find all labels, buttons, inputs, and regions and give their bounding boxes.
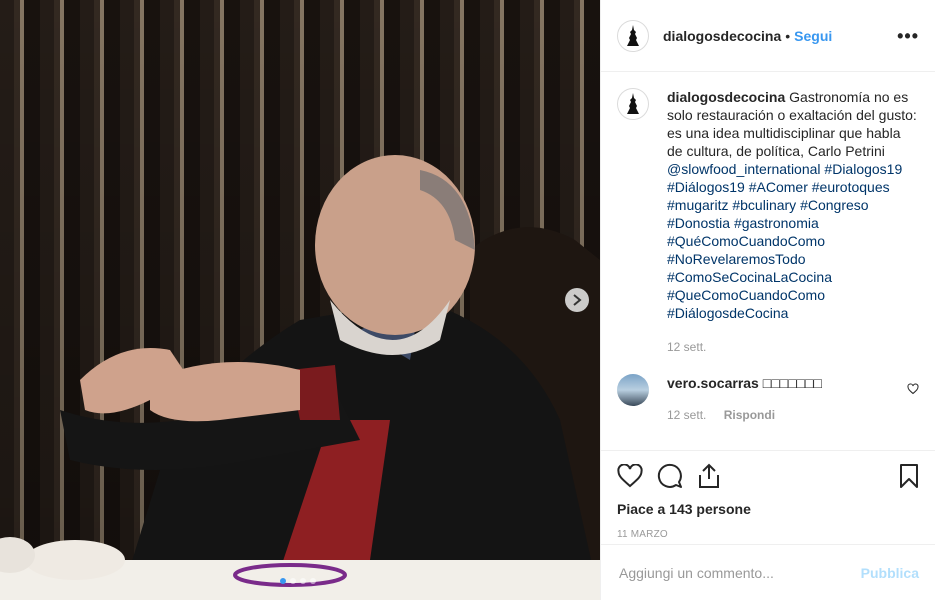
hashtag-link[interactable]: #Congreso bbox=[800, 197, 869, 213]
caption-username[interactable]: dialogosdecocina bbox=[667, 89, 785, 105]
caption-avatar[interactable] bbox=[617, 88, 649, 120]
carousel-dot bbox=[310, 578, 316, 584]
comment-item: vero.socarras □□□□□□□ 12 sett. Rispondi bbox=[617, 374, 919, 424]
follow-button[interactable]: Segui bbox=[794, 28, 832, 44]
hashtag-link[interactable]: #eurotoques bbox=[812, 179, 890, 195]
comment-text: □□□□□□□ bbox=[762, 375, 822, 391]
comment-like-icon[interactable] bbox=[907, 382, 919, 400]
hashtag-link[interactable]: #NoRevelaremosTodo bbox=[667, 251, 806, 267]
hashtag-link[interactable]: #ComoSeCocinaLaCocina bbox=[667, 269, 832, 285]
tower-logo-icon bbox=[627, 24, 639, 46]
chevron-right-icon bbox=[573, 294, 582, 306]
header-separator: • bbox=[785, 27, 791, 44]
tower-logo-icon bbox=[627, 93, 639, 114]
reply-button[interactable]: Rispondi bbox=[724, 408, 775, 422]
comment-timestamp: 12 sett. bbox=[667, 408, 707, 422]
action-icons bbox=[617, 461, 919, 491]
hashtag-link[interactable]: #bculinary bbox=[732, 197, 796, 213]
comment-icon[interactable] bbox=[657, 463, 683, 489]
share-icon[interactable] bbox=[697, 463, 721, 489]
hashtag-link[interactable]: #DiálogosdeCocina bbox=[667, 305, 788, 321]
commenter-username[interactable]: vero.socarras bbox=[667, 375, 759, 391]
hashtag-link[interactable]: #QueComoCuandoComo bbox=[667, 287, 825, 303]
more-options-icon[interactable]: ••• bbox=[897, 27, 919, 45]
hashtag-list: #Dialogos19 #Diálogos19 #AComer #eurotoq… bbox=[667, 161, 902, 321]
photo-speaker-figure bbox=[0, 155, 600, 600]
post-actions: Piace a 143 persone 11 MARZO bbox=[601, 450, 935, 540]
author-username[interactable]: dialogosdecocina bbox=[663, 28, 781, 44]
hashtag-link[interactable]: #mugaritz bbox=[667, 197, 728, 213]
carousel-dot bbox=[300, 578, 306, 584]
carousel-dot bbox=[280, 578, 286, 584]
caption-timestamp: 12 sett. bbox=[667, 340, 707, 354]
likes-count[interactable]: Piace a 143 persone bbox=[617, 501, 919, 517]
hashtag-link[interactable]: #Donostia bbox=[667, 215, 730, 231]
caption-body: dialogosdecocina Gastronomía no es solo … bbox=[667, 88, 917, 356]
publish-button[interactable]: Pubblica bbox=[861, 565, 919, 581]
comments-section: dialogosdecocina Gastronomía no es solo … bbox=[601, 72, 935, 450]
hashtag-link[interactable]: #QuéComoCuandoComo bbox=[667, 233, 825, 249]
commenter-avatar[interactable] bbox=[617, 374, 649, 406]
post-side-panel: dialogosdecocina • Segui ••• dialogosdec… bbox=[600, 0, 935, 600]
mention-link[interactable]: @slowfood_international bbox=[667, 161, 821, 177]
post-photo[interactable] bbox=[0, 0, 600, 600]
comment-meta: 12 sett. Rispondi bbox=[667, 406, 822, 424]
caption: dialogosdecocina Gastronomía no es solo … bbox=[617, 88, 919, 356]
carousel-dot bbox=[290, 578, 296, 584]
comment-body: vero.socarras □□□□□□□ 12 sett. Rispondi bbox=[667, 374, 822, 424]
post-date: 11 MARZO bbox=[617, 529, 668, 540]
comment-input[interactable] bbox=[617, 563, 861, 582]
hashtag-link[interactable]: #Diálogos19 bbox=[667, 179, 745, 195]
bookmark-icon[interactable] bbox=[899, 463, 919, 489]
add-comment-bar: Pubblica bbox=[601, 544, 935, 600]
hashtag-link[interactable]: #gastronomia bbox=[734, 215, 819, 231]
author-avatar[interactable] bbox=[617, 19, 649, 52]
hashtag-link[interactable]: #AComer bbox=[749, 179, 808, 195]
next-slide-button[interactable] bbox=[565, 288, 589, 312]
heart-icon[interactable] bbox=[617, 464, 643, 488]
carousel-indicator bbox=[280, 578, 316, 584]
hashtag-link[interactable]: #Dialogos19 bbox=[824, 161, 902, 177]
post-header: dialogosdecocina • Segui ••• bbox=[601, 0, 935, 72]
